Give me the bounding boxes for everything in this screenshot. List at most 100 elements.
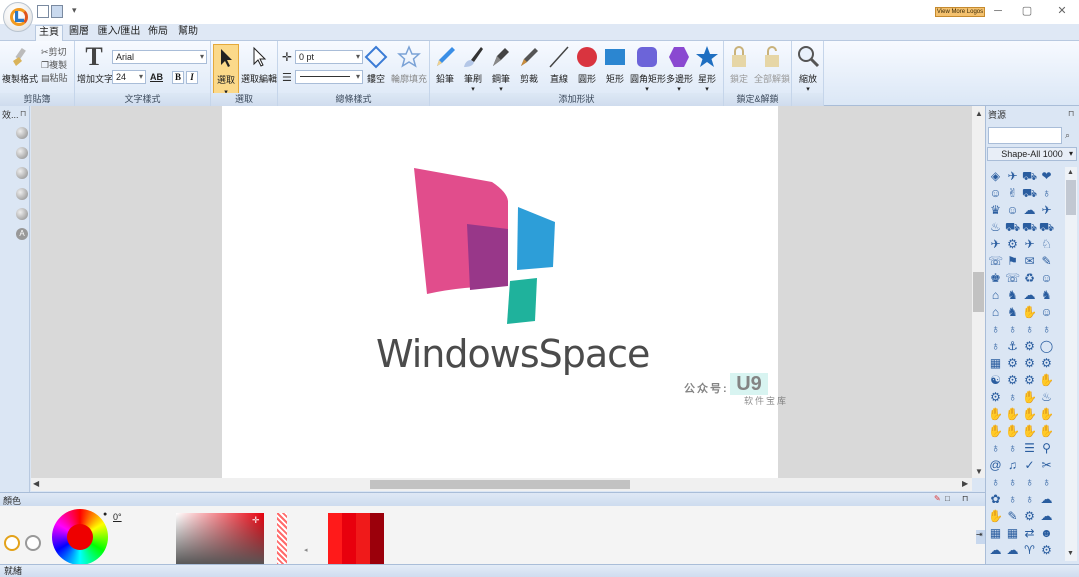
rectangle-button[interactable]: 矩形	[602, 44, 628, 92]
shape-library-item-icon[interactable]: ✈	[1038, 201, 1055, 218]
angle-value[interactable]: 0°	[113, 512, 122, 522]
shape-library-item-icon[interactable]: ◯	[1038, 337, 1055, 354]
shape-library-item-icon[interactable]: ☯	[987, 371, 1004, 388]
polygon-button[interactable]: 多邊形 ▾	[666, 44, 693, 93]
horizontal-scroll-thumb[interactable]	[370, 480, 630, 489]
scroll-right-icon[interactable]: ▶	[962, 479, 968, 488]
color-swatch[interactable]	[328, 513, 342, 565]
pin-icon[interactable]: ⊓	[1068, 109, 1074, 118]
search-icon[interactable]: ⌕	[1065, 130, 1070, 141]
vertical-scroll-thumb[interactable]	[973, 272, 984, 312]
pen-button[interactable]: 鋼筆 ▾	[488, 44, 514, 93]
shape-library-item-icon[interactable]: ⚙	[1021, 507, 1038, 524]
line-style-select[interactable]	[295, 70, 363, 84]
panel-toggle-icon[interactable]: ⇥	[976, 530, 985, 544]
shape-library-item-icon[interactable]: ♁	[987, 439, 1004, 456]
shape-library-item-icon[interactable]: ☺	[1038, 269, 1055, 286]
line-button[interactable]: 直線	[546, 44, 572, 92]
italic-button[interactable]: I	[186, 71, 198, 84]
new-file-icon[interactable]	[37, 5, 49, 18]
text-color-button[interactable]: AB	[150, 72, 163, 82]
shape-library-item-icon[interactable]: ♘	[1038, 235, 1055, 252]
shape-library-item-icon[interactable]: ✈	[1004, 167, 1021, 184]
shape-library-item-icon[interactable]: ♈	[1021, 541, 1038, 558]
shape-library-item-icon[interactable]: ⛟	[1038, 218, 1055, 235]
shape-library-item-icon[interactable]: ☁	[1038, 490, 1055, 507]
shape-library-item-icon[interactable]: ⚙	[987, 558, 1004, 562]
shape-library-item-icon[interactable]: ⚙	[1038, 354, 1055, 371]
shape-library-item-icon[interactable]: ✎	[1004, 507, 1021, 524]
brush-button[interactable]: 筆刷 ▾	[460, 44, 486, 93]
shape-library-item-icon[interactable]: ☁	[987, 541, 1004, 558]
cut-button[interactable]: ✂剪切	[41, 45, 67, 58]
shape-library-item-icon[interactable]: ✋	[987, 422, 1004, 439]
resource-scroll-thumb[interactable]	[1066, 180, 1076, 215]
shape-library-item-icon[interactable]: ♞	[1004, 286, 1021, 303]
shape-library-item-icon[interactable]: ♚	[987, 269, 1004, 286]
effect-preset[interactable]	[16, 127, 28, 139]
shape-library-item-icon[interactable]: ♁	[1038, 320, 1055, 337]
shape-library-item-icon[interactable]: ✋	[987, 405, 1004, 422]
shape-library-item-icon[interactable]: ⚙	[1004, 235, 1021, 252]
shape-library-item-icon[interactable]: ♁	[1004, 473, 1021, 490]
effect-text-preset[interactable]: A	[16, 228, 28, 240]
shape-library-item-icon[interactable]: ☺	[1004, 201, 1021, 218]
lock-button[interactable]: 鎖定	[726, 44, 752, 92]
shape-library-item-icon[interactable]: ♁	[1004, 388, 1021, 405]
shape-library-item-icon[interactable]: ♁	[987, 337, 1004, 354]
pin-icon[interactable]: ⊓	[20, 109, 26, 118]
pin-icon[interactable]: ⊓	[962, 494, 968, 503]
scroll-up-icon[interactable]: ▲	[975, 109, 983, 118]
effect-preset[interactable]	[16, 147, 28, 159]
shape-library-item-icon[interactable]: ✋	[1004, 422, 1021, 439]
star-button[interactable]: 星形 ▾	[694, 44, 720, 93]
shape-library-item-icon[interactable]: ♻	[1021, 269, 1038, 286]
shape-library-item-icon[interactable]: ⚙	[1021, 558, 1038, 562]
shape-library-item-icon[interactable]: ♁	[1004, 320, 1021, 337]
shape-library-item-icon[interactable]: ⛟	[1004, 218, 1021, 235]
shape-library-item-icon[interactable]: ♫	[1004, 456, 1021, 473]
effect-preset[interactable]	[16, 188, 28, 200]
shape-library-item-icon[interactable]: ☁	[1038, 507, 1055, 524]
color-swatch[interactable]	[342, 513, 356, 565]
scroll-left-icon[interactable]: ◀	[33, 479, 39, 488]
scroll-up-icon[interactable]: ▲	[1067, 169, 1074, 176]
scroll-down-icon[interactable]: ▼	[1067, 550, 1074, 557]
shape-library-item-icon[interactable]: ✈	[1021, 235, 1038, 252]
outline-fill-button[interactable]: 輪廓填充	[390, 44, 428, 92]
shape-library-item-icon[interactable]: ☰	[1021, 439, 1038, 456]
color-swatch[interactable]	[370, 513, 384, 565]
palette-mode-icon[interactable]	[25, 535, 41, 551]
bold-button[interactable]: B	[172, 71, 184, 84]
unlock-all-button[interactable]: 全部解鎖	[754, 44, 790, 92]
shape-library-item-icon[interactable]: ☁	[1021, 201, 1038, 218]
shape-library-item-icon[interactable]: ⛟	[1021, 218, 1038, 235]
shape-library-item-icon[interactable]: ⌂	[987, 303, 1004, 320]
shape-library-item-icon[interactable]: ⚑	[1004, 252, 1021, 269]
shape-library-item-icon[interactable]: ✺	[1004, 558, 1021, 562]
shape-library-item-icon[interactable]: ⛟	[1021, 167, 1038, 184]
shape-library-item-icon[interactable]: ☏	[987, 252, 1004, 269]
tab-import-export[interactable]: 匯入/匯出	[96, 25, 142, 41]
shape-library-item-icon[interactable]: @	[987, 456, 1004, 473]
quick-access-dropdown-icon[interactable]: ▾	[72, 5, 77, 16]
scroll-down-icon[interactable]: ▼	[975, 467, 983, 476]
tab-layout[interactable]: 佈局	[145, 25, 171, 41]
app-menu-button[interactable]	[3, 2, 33, 32]
select-edit-button[interactable]: 選取編輯	[241, 44, 277, 92]
shape-library-item-icon[interactable]: ⚙	[1021, 371, 1038, 388]
rounded-rectangle-button[interactable]: 圓角矩形 ▾	[630, 44, 666, 93]
pencil-button[interactable]: 鉛筆	[432, 44, 458, 92]
line-width-select[interactable]: 0 pt	[295, 50, 363, 64]
shape-library-item-icon[interactable]: ✋	[1021, 388, 1038, 405]
shape-library-item-icon[interactable]: ▦	[987, 524, 1004, 541]
copy-button[interactable]: ❐複製	[41, 58, 67, 71]
font-family-select[interactable]: Arial	[112, 50, 207, 64]
shape-library-item-icon[interactable]: ✋	[1038, 371, 1055, 388]
shape-library-item-icon[interactable]: ♁	[1038, 473, 1055, 490]
shape-library-item-icon[interactable]: ♞	[1004, 303, 1021, 320]
shape-library-item-icon[interactable]: ✿	[987, 490, 1004, 507]
shape-library-item-icon[interactable]: ⚙	[1038, 541, 1055, 558]
shape-library-item-icon[interactable]: ✎	[1038, 252, 1055, 269]
shape-category-select[interactable]: Shape-All 1000	[987, 147, 1077, 161]
